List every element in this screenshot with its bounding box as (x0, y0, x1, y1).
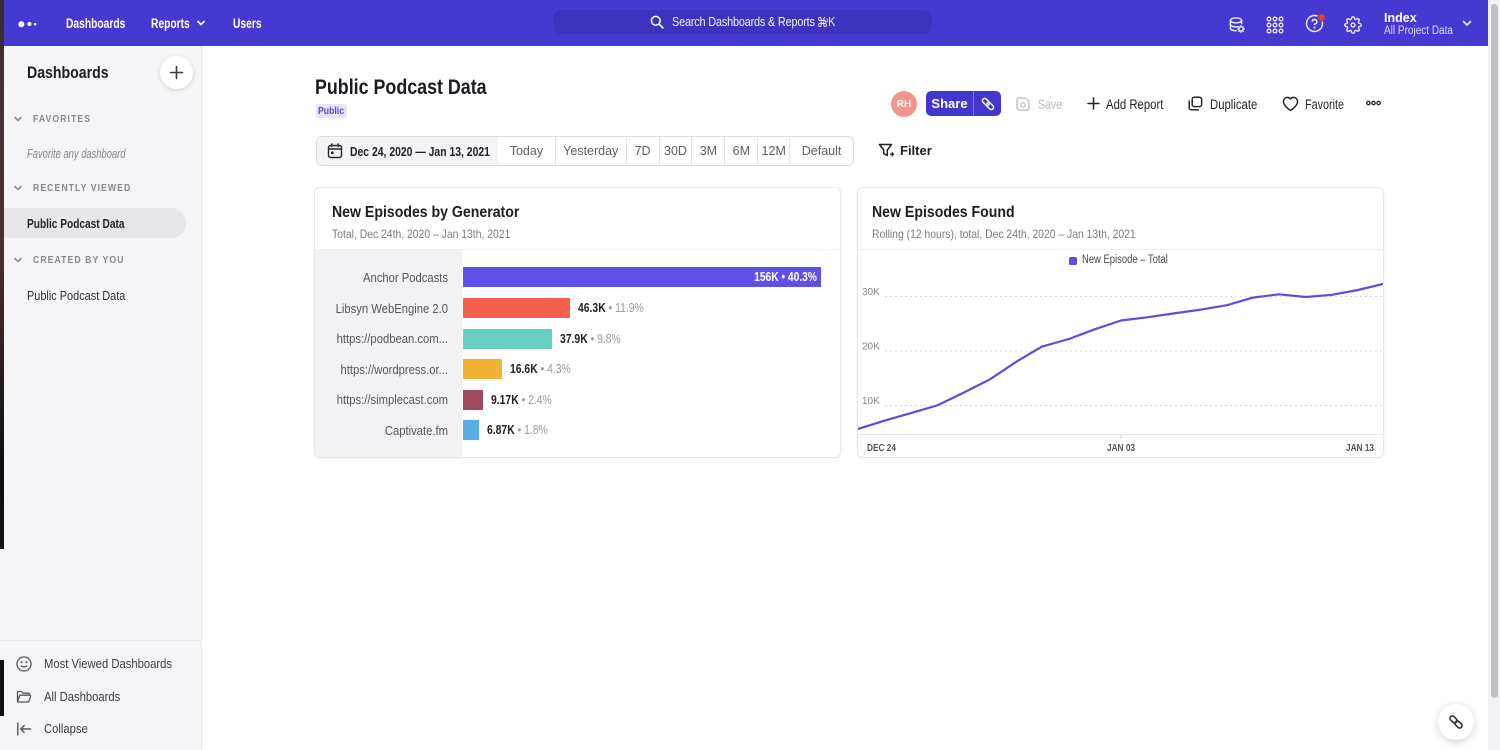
svg-text:20K: 20K (862, 342, 880, 353)
svg-text:JAN 03: JAN 03 (1107, 443, 1135, 454)
svg-text:DEC 24: DEC 24 (867, 443, 896, 454)
svg-text:JAN 13: JAN 13 (1346, 443, 1374, 454)
svg-text:30K: 30K (862, 287, 880, 298)
svg-text:10K: 10K (862, 396, 880, 407)
